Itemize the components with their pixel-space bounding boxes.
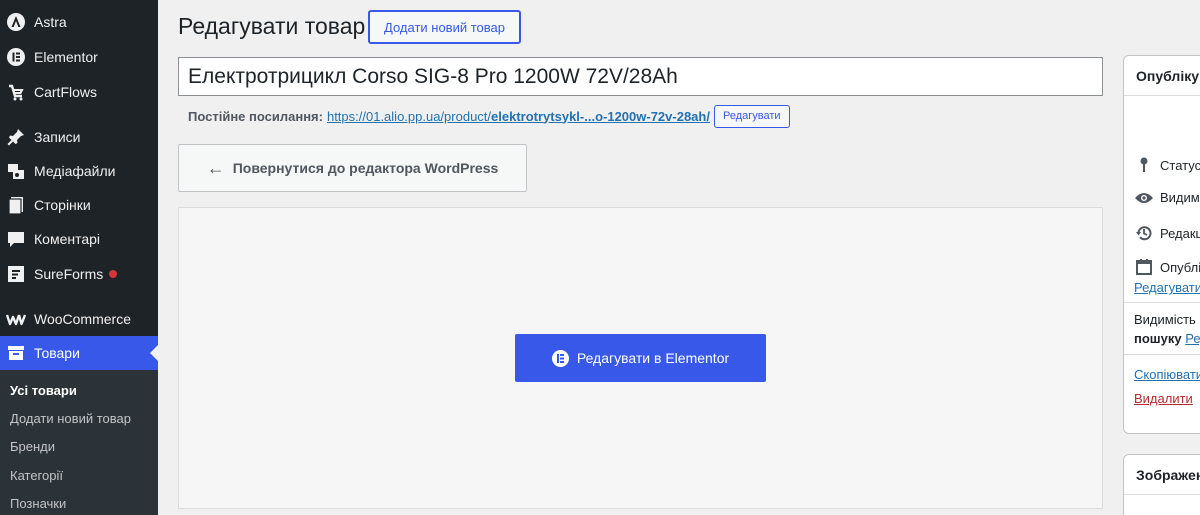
visibility-row: Видимість: — [1134, 190, 1200, 205]
pin-icon — [6, 127, 26, 147]
published-row: Опубліковано — [1134, 258, 1200, 276]
elementor-icon — [551, 349, 569, 367]
divider — [1124, 302, 1200, 303]
image-metabox-title[interactable]: Зображення — [1124, 455, 1200, 495]
woocommerce-icon — [6, 309, 26, 329]
catalog-visibility-row: Видимість в каталозі: — [1134, 312, 1200, 327]
menu-item-astra[interactable]: Astra — [0, 5, 158, 39]
product-image-metabox: Зображення — [1123, 454, 1200, 515]
sureforms-icon — [6, 264, 26, 284]
publish-metabox-title[interactable]: Опублікувати — [1124, 56, 1200, 96]
menu-label: SureForms — [34, 266, 104, 282]
edit-with-elementor-button[interactable]: Редагувати в Elementor — [515, 334, 766, 382]
catalog-visibility-edit-link[interactable]: Редагувати — [1185, 331, 1200, 346]
pages-icon — [6, 195, 26, 215]
menu-item-posts[interactable]: Записи — [0, 120, 158, 154]
add-new-product-button[interactable]: Додати новий товар — [368, 10, 521, 44]
divider — [1124, 354, 1200, 355]
menu-item-products[interactable]: Товари — [0, 336, 158, 370]
status-row: Статус: — [1134, 156, 1200, 174]
permalink-edit-button[interactable]: Редагувати — [713, 104, 790, 128]
permalink-label: Постійне посилання: — [188, 108, 323, 124]
delete-link[interactable]: Видалити — [1134, 391, 1193, 406]
page-title: Редагувати товар — [178, 13, 366, 39]
elementor-button-label: Редагувати в Elementor — [576, 350, 730, 366]
menu-item-cartflows[interactable]: CartFlows — [0, 75, 158, 109]
menu-label: Медіафайли — [34, 163, 116, 179]
catalog-visibility-value: пошуку Редагувати — [1134, 331, 1200, 346]
publish-metabox: Опублікувати Статус: Видимість: Редакції… — [1123, 55, 1200, 434]
edit-date-link[interactable]: Редагувати — [1134, 280, 1200, 295]
menu-item-elementor[interactable]: Elementor — [0, 40, 158, 74]
arrow-left-icon: ← — [206, 157, 225, 178]
history-icon — [1134, 224, 1154, 242]
status-pin-icon — [1134, 156, 1154, 174]
revisions-label: Редакції: — [1160, 225, 1200, 241]
media-icon — [6, 161, 26, 181]
admin-sidebar: Astra Elementor CartFlows Записи Медіафа… — [0, 0, 158, 515]
menu-label: Записи — [34, 129, 81, 145]
products-icon — [6, 343, 26, 363]
menu-label: Elementor — [34, 49, 98, 65]
menu-item-sureforms[interactable]: SureForms — [0, 257, 158, 291]
menu-label: Astra — [34, 14, 67, 30]
astra-icon — [6, 12, 26, 32]
submenu-all-products[interactable]: Усі товари — [10, 383, 77, 398]
menu-item-comments[interactable]: Коментарі — [0, 222, 158, 256]
submenu-tags[interactable]: Позначки — [10, 496, 66, 511]
menu-item-woocommerce[interactable]: WooCommerce — [0, 302, 158, 336]
copy-to-draft-link[interactable]: Скопіювати — [1134, 367, 1200, 382]
calendar-icon — [1134, 258, 1154, 276]
back-to-wordpress-editor-button[interactable]: ← Повернутися до редактора WordPress — [178, 144, 527, 192]
catalog-visibility-search: пошуку — [1134, 331, 1182, 346]
notification-dot — [109, 270, 118, 278]
catalog-visibility-label: Видимість в каталозі: — [1134, 312, 1200, 327]
menu-label: Товари — [34, 345, 80, 361]
cartflows-icon — [6, 82, 26, 102]
submenu-brands[interactable]: Бренди — [10, 439, 55, 454]
revisions-row: Редакції: — [1134, 224, 1200, 242]
permalink-link[interactable]: https://01.alio.pp.ua/product/elektrotry… — [327, 109, 710, 124]
back-button-label: Повернутися до редактора WordPress — [232, 160, 499, 176]
permalink-url-prefix: https://01.alio.pp.ua/product/ — [326, 108, 492, 124]
eye-icon — [1134, 191, 1154, 205]
menu-label: Коментарі — [34, 231, 101, 247]
products-submenu: Усі товари Додати новий товар Бренди Кат… — [0, 370, 158, 515]
product-title-input[interactable]: Електротрицикл Corso SIG-8 Pro 1200W 72V… — [178, 57, 1103, 96]
status-label: Статус: — [1160, 157, 1200, 173]
permalink-row: Постійне посилання: https://01.alio.pp.u… — [188, 104, 790, 128]
submenu-add-new[interactable]: Додати новий товар — [10, 411, 131, 426]
permalink-url-slug: elektrotrytsykl-...o-1200w-72v-28ah/ — [491, 108, 710, 124]
elementor-icon — [6, 47, 26, 67]
published-label: Опубліковано — [1160, 259, 1200, 275]
menu-label: Сторінки — [34, 197, 91, 213]
menu-label: CartFlows — [34, 84, 98, 100]
menu-item-pages[interactable]: Сторінки — [0, 188, 158, 222]
submenu-categories[interactable]: Категорії — [10, 468, 63, 483]
menu-item-media[interactable]: Медіафайли — [0, 154, 158, 188]
menu-label: WooCommerce — [34, 311, 131, 327]
comments-icon — [6, 229, 26, 249]
visibility-label: Видимість: — [1160, 190, 1200, 205]
